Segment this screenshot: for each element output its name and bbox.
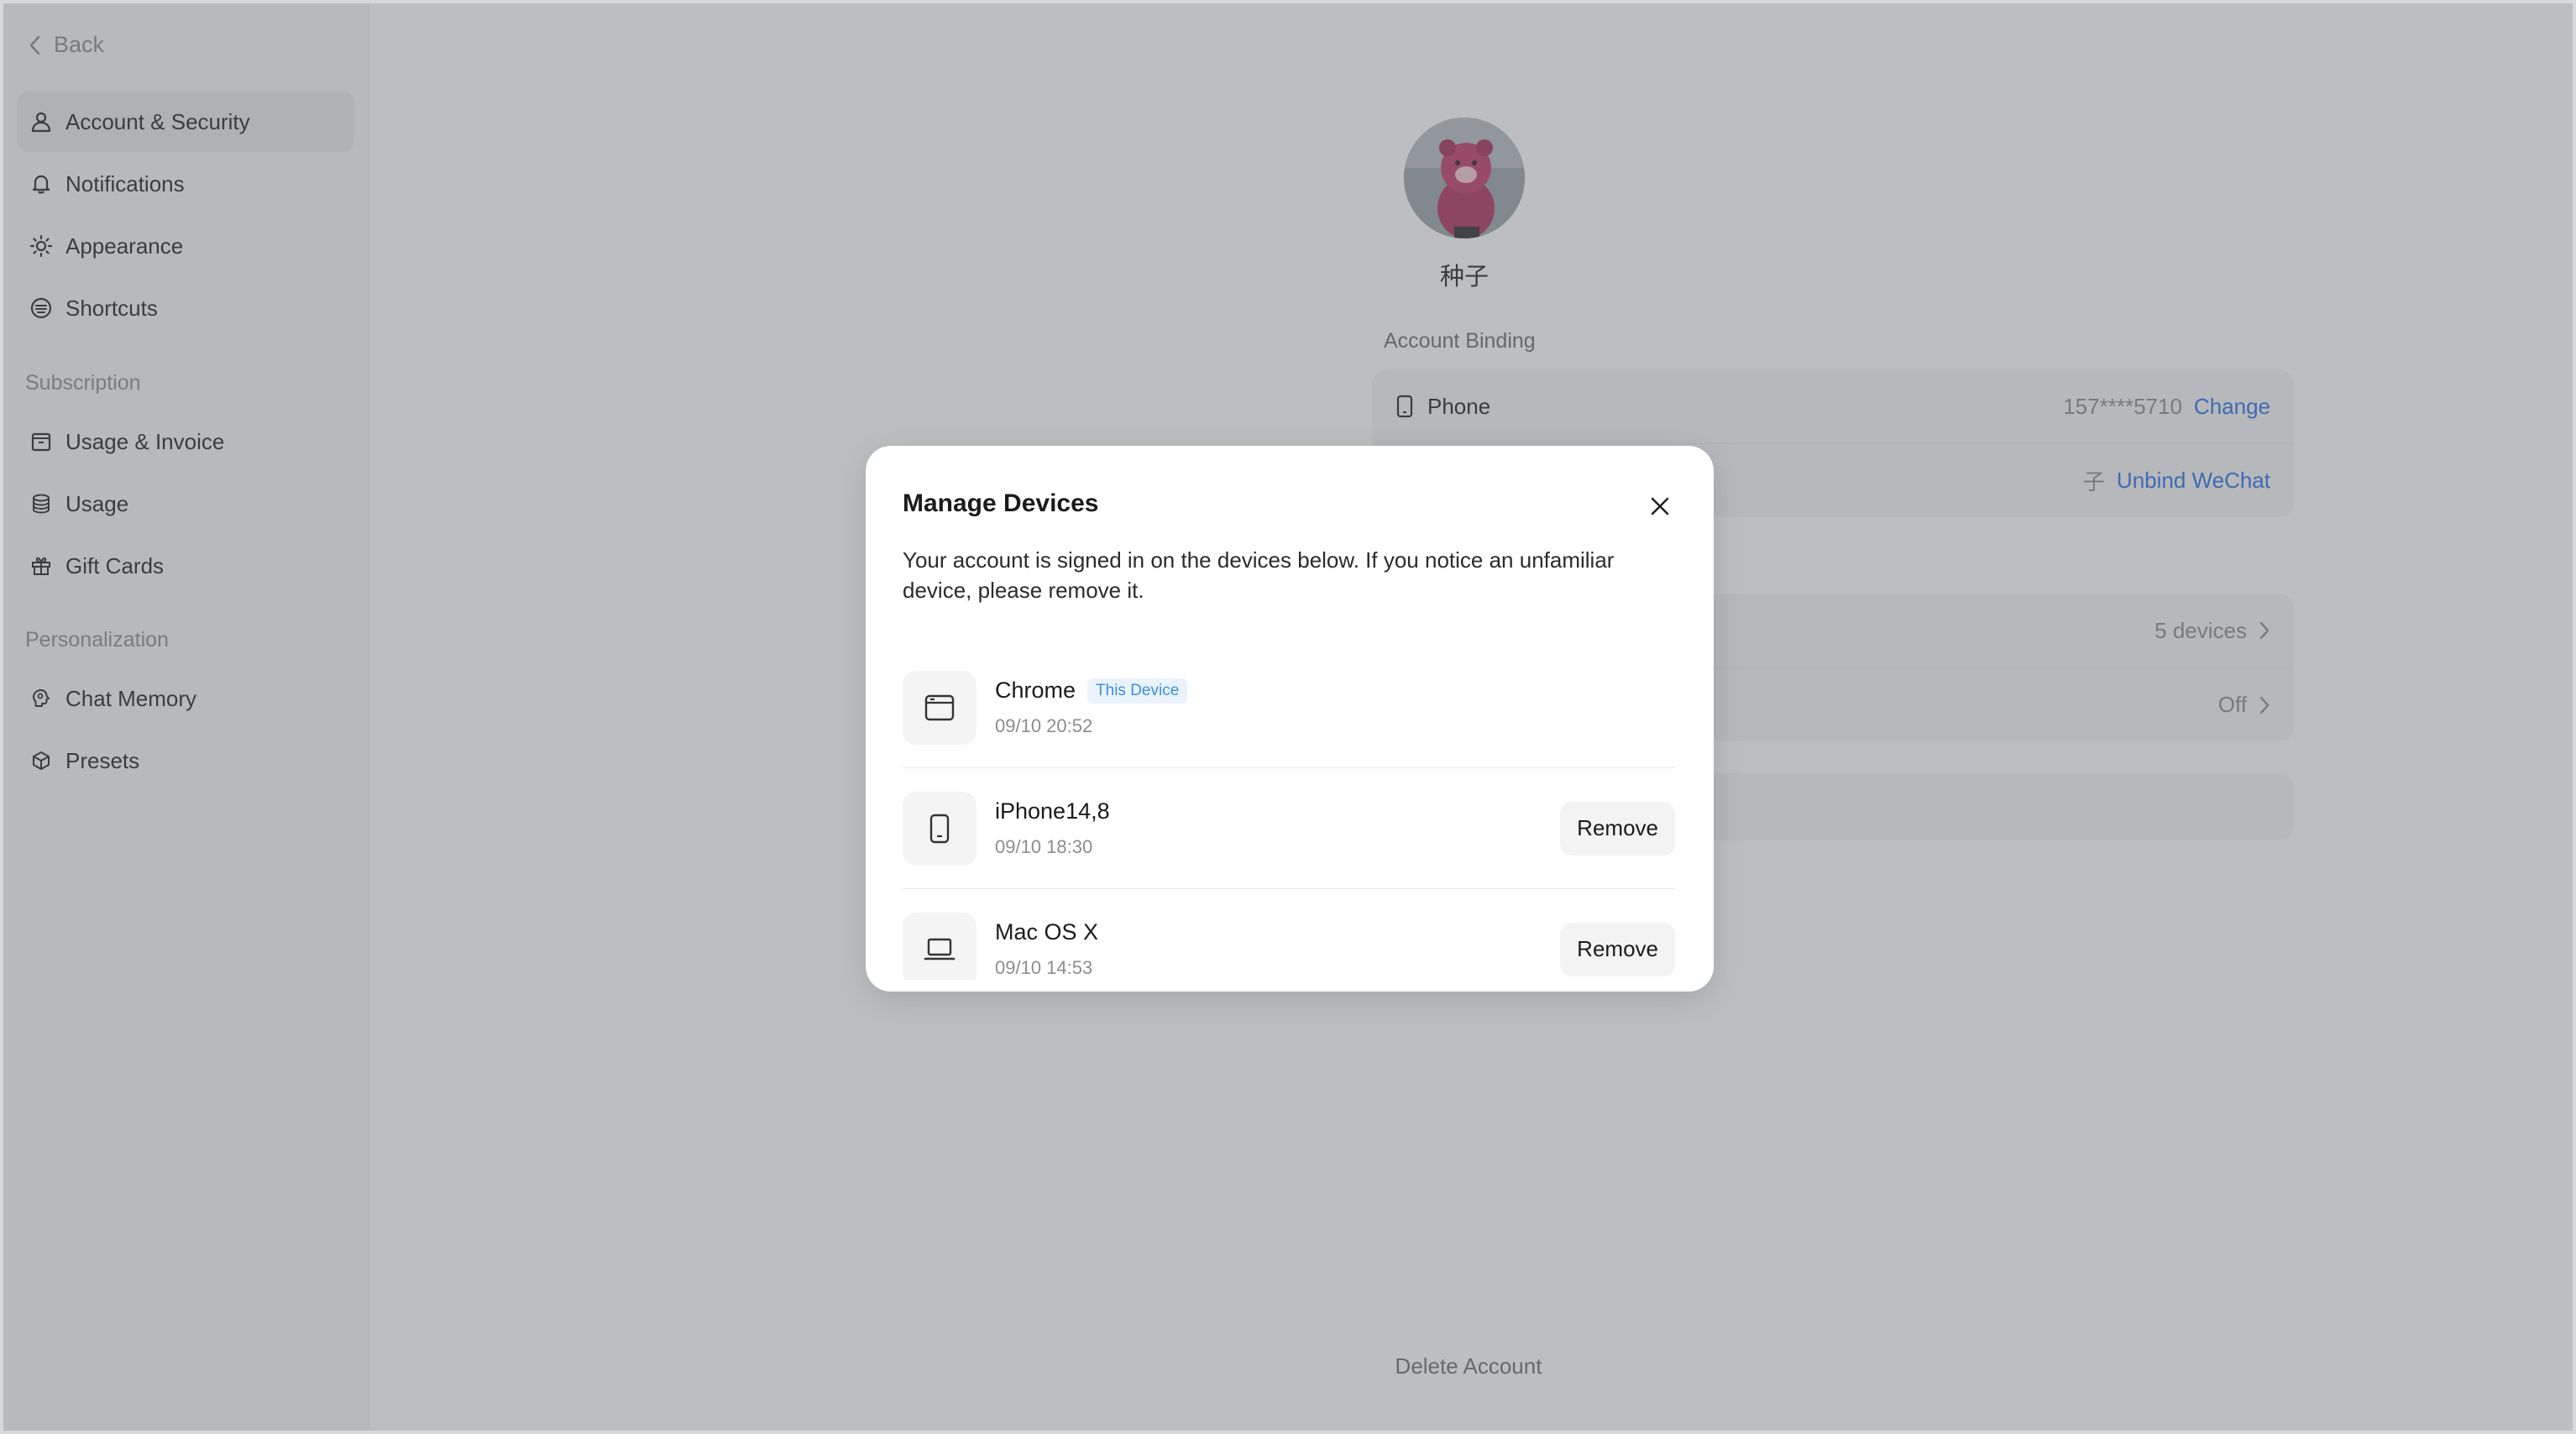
remove-device-button[interactable]: Remove bbox=[1560, 801, 1675, 856]
device-name: iPhone14,8 bbox=[995, 798, 1110, 824]
remove-device-button[interactable]: Remove bbox=[1560, 922, 1675, 976]
device-list[interactable]: Chrome This Device 09/10 20:52 iPhone14,… bbox=[903, 647, 1675, 980]
modal-description: Your account is signed in on the devices… bbox=[903, 547, 1615, 603]
close-icon bbox=[1651, 497, 1669, 516]
device-last-active: 09/10 14:53 bbox=[995, 957, 1093, 978]
device-item-chrome: Chrome This Device 09/10 20:52 bbox=[903, 647, 1675, 768]
device-item-iphone: iPhone14,8 09/10 18:30 Remove bbox=[903, 768, 1675, 889]
device-name: Chrome bbox=[995, 678, 1076, 703]
device-item-mac: Mac OS X 09/10 14:53 Remove bbox=[903, 889, 1675, 980]
close-button[interactable] bbox=[1641, 488, 1678, 525]
device-last-active: 09/10 18:30 bbox=[995, 836, 1093, 857]
browser-icon bbox=[903, 670, 976, 745]
laptop-icon bbox=[903, 912, 976, 980]
device-last-active: 09/10 20:52 bbox=[995, 715, 1093, 736]
phone-icon bbox=[903, 791, 976, 866]
device-name: Mac OS X bbox=[995, 919, 1099, 945]
this-device-badge: This Device bbox=[1087, 678, 1188, 704]
manage-devices-modal: Manage Devices Your account is signed in… bbox=[866, 446, 1714, 992]
settings-window: Back Account & Security Notifications Ap… bbox=[3, 3, 2573, 1431]
modal-title: Manage Devices bbox=[903, 489, 1099, 517]
